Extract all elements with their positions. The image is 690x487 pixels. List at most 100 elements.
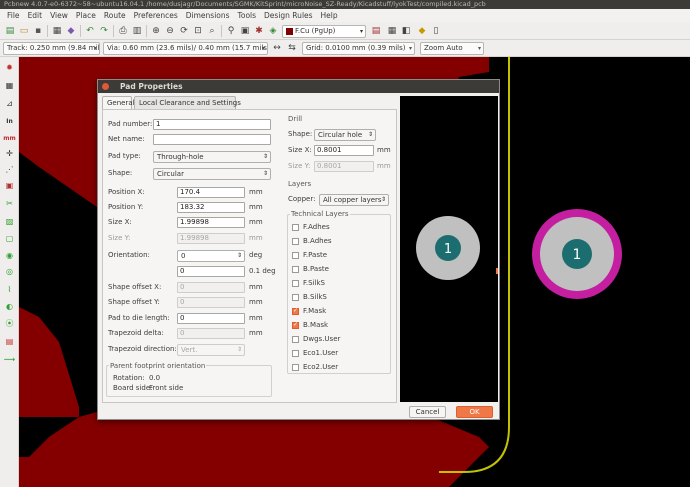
pad-number-input[interactable]: 1 bbox=[153, 119, 271, 130]
zone-outline-icon[interactable]: ▢ bbox=[3, 232, 16, 245]
redo-icon[interactable]: ↷ bbox=[98, 25, 110, 37]
grid-toggle-icon[interactable]: ▦ bbox=[3, 79, 16, 92]
via-sketch-icon[interactable]: ◎ bbox=[3, 265, 16, 278]
pad-type-select[interactable]: Through-hole ⇕ bbox=[153, 151, 271, 163]
menu-dimensions[interactable]: Dimensions bbox=[182, 11, 234, 20]
pad-shape-select[interactable]: Circular ⇕ bbox=[153, 168, 271, 180]
grid-select[interactable]: Grid: 0.0100 mm (0.39 mils) ▾ bbox=[302, 42, 415, 55]
netlist-icon[interactable]: ▣ bbox=[239, 25, 251, 37]
tab-local-clearance[interactable]: Local Clearance and Settings bbox=[134, 96, 241, 109]
position-x-input[interactable]: 170.4 bbox=[177, 187, 245, 198]
orientation-fine-input[interactable]: 0 bbox=[177, 266, 245, 277]
tech-layer-checkbox-checked[interactable] bbox=[292, 321, 299, 329]
tech-layer-checkbox[interactable] bbox=[292, 238, 299, 245]
tech-layer-checkbox[interactable] bbox=[292, 294, 299, 301]
net-name-input[interactable] bbox=[153, 134, 271, 145]
tech-layer-checkbox[interactable] bbox=[292, 336, 299, 343]
tech-layer-checkbox[interactable] bbox=[292, 252, 299, 259]
pad-shape-value: Circular bbox=[157, 170, 184, 178]
ratsnest-icon[interactable]: ⋰ bbox=[3, 163, 16, 176]
drc-icon[interactable]: ✱ bbox=[253, 25, 265, 37]
size-x-input[interactable]: 1.99898 bbox=[177, 217, 245, 228]
track-sketch-icon[interactable]: ⌇ bbox=[3, 283, 16, 296]
rotation-value: 0.0 bbox=[149, 374, 161, 382]
menu-route[interactable]: Route bbox=[100, 11, 130, 20]
units-mm-icon[interactable]: mm bbox=[3, 132, 16, 145]
auto-delete-track-icon[interactable]: ✂ bbox=[3, 197, 16, 210]
layer-selector[interactable]: F.Cu (PgUp) ▾ bbox=[282, 25, 366, 38]
find-icon[interactable]: ⚲ bbox=[225, 25, 237, 37]
units-inch-icon[interactable]: In bbox=[3, 115, 16, 128]
scripting-icon[interactable]: ▯ bbox=[430, 25, 442, 37]
save-icon[interactable]: ▪ bbox=[32, 25, 44, 37]
zoom-out-icon[interactable]: ⊖ bbox=[164, 25, 176, 37]
zoom-redraw-icon[interactable]: ⟳ bbox=[178, 25, 190, 37]
track-width-select[interactable]: Track: 0.250 mm (9.84 mils) * ▾ bbox=[3, 42, 100, 55]
copper-select[interactable]: All copper layers ⇕ bbox=[319, 194, 389, 206]
library-icon[interactable]: ◆ bbox=[65, 25, 77, 37]
zoom-fit-icon[interactable]: ⊡ bbox=[192, 25, 204, 37]
polar-coords-icon[interactable]: ⊿ bbox=[3, 97, 16, 110]
tech-layer-checkbox[interactable] bbox=[292, 350, 299, 357]
zoom-in-icon[interactable]: ⊕ bbox=[150, 25, 162, 37]
drill-shape-select[interactable]: Circular hole ⇕ bbox=[314, 129, 376, 141]
print-icon[interactable]: ⎙ bbox=[117, 25, 129, 37]
orientation-select[interactable]: 0 ⇕ bbox=[177, 250, 245, 262]
pad-to-die-input[interactable]: 0 bbox=[177, 313, 245, 324]
new-board-icon[interactable]: ▤ bbox=[4, 25, 16, 37]
route-mode-icon[interactable]: ◧ bbox=[400, 25, 412, 37]
trapezoid-delta-input[interactable]: 0 bbox=[177, 328, 245, 339]
trapezoid-direction-select[interactable]: Vert. ⇕ bbox=[177, 344, 245, 356]
layer-pair-icon[interactable]: ▤ bbox=[370, 25, 382, 37]
plot-icon[interactable]: ▥ bbox=[131, 25, 143, 37]
pad-sketch-icon[interactable]: ◉ bbox=[3, 249, 16, 262]
position-y-input[interactable]: 183.32 bbox=[177, 202, 245, 213]
menu-edit[interactable]: Edit bbox=[24, 11, 47, 20]
module-ratsnest-icon[interactable]: ▣ bbox=[3, 179, 16, 192]
size-y-input[interactable]: 1.99898 bbox=[177, 233, 245, 244]
tab-general[interactable]: General bbox=[102, 96, 135, 109]
module-editor-icon[interactable]: ◈ bbox=[267, 25, 279, 37]
warning-icon[interactable]: ◆ bbox=[416, 25, 428, 37]
page-settings-icon[interactable]: ▦ bbox=[51, 25, 63, 37]
shape-offset-x-input[interactable]: 0 bbox=[177, 282, 245, 293]
track-width-toggle-icon[interactable]: ⇆ bbox=[286, 42, 298, 54]
ok-button[interactable]: OK bbox=[456, 406, 493, 418]
menu-preferences[interactable]: Preferences bbox=[130, 11, 182, 20]
high-contrast-icon[interactable]: ◐ bbox=[3, 300, 16, 313]
menu-file[interactable]: File bbox=[3, 11, 24, 20]
menu-place[interactable]: Place bbox=[72, 11, 100, 20]
window-title: Pcbnew 4.0.7-e0-6372~58~ubuntu16.04.1 /h… bbox=[4, 0, 486, 8]
drc-marker-icon[interactable]: ✹ bbox=[3, 61, 16, 74]
cancel-button[interactable]: Cancel bbox=[409, 406, 446, 418]
zone-fill-icon[interactable]: ▨ bbox=[3, 215, 16, 228]
auto-track-width-icon[interactable]: ↔ bbox=[271, 42, 283, 54]
tech-layer-checkbox[interactable] bbox=[292, 266, 299, 273]
drill-size-y-input[interactable]: 0.8001 bbox=[314, 161, 374, 172]
drill-header: Drill bbox=[288, 115, 303, 123]
net-highlight-icon[interactable]: ⟿ bbox=[3, 353, 16, 366]
tech-layer-checkbox[interactable] bbox=[292, 364, 299, 371]
microwave-icon[interactable]: ⦿ bbox=[3, 317, 16, 330]
zoom-selection-icon[interactable]: ⌕ bbox=[206, 25, 218, 37]
cursor-shape-icon[interactable]: ✛ bbox=[3, 147, 16, 160]
menu-help[interactable]: Help bbox=[317, 11, 342, 20]
general-tab-panel: Pad number: 1 Net name: Pad type: Throug… bbox=[102, 109, 397, 403]
open-board-icon[interactable]: ▭ bbox=[18, 25, 30, 37]
menu-view[interactable]: View bbox=[46, 11, 72, 20]
via-size-select[interactable]: Via: 0.60 mm (23.6 mils)/ 0.40 mm (15.7 … bbox=[103, 42, 268, 55]
autoplace-icon[interactable]: ▦ bbox=[386, 25, 398, 37]
left-toolbar: ✹ ▦ ⊿ In mm ✛ ⋰ ▣ ✂ ▨ ▢ ◉ ◎ ⌇ ◐ ⦿ ▤ ⟿ bbox=[0, 57, 19, 487]
drill-size-x-input[interactable]: 0.8001 bbox=[314, 145, 374, 156]
undo-icon[interactable]: ↶ bbox=[84, 25, 96, 37]
close-icon[interactable] bbox=[102, 83, 109, 90]
tech-layer-checkbox[interactable] bbox=[292, 280, 299, 287]
trapezoid-delta-unit: mm bbox=[249, 329, 263, 337]
menu-design-rules[interactable]: Design Rules bbox=[260, 11, 317, 20]
tech-layer-checkbox[interactable] bbox=[292, 224, 299, 231]
zoom-select[interactable]: Zoom Auto ▾ bbox=[420, 42, 484, 55]
menu-tools[interactable]: Tools bbox=[234, 11, 260, 20]
tech-layer-checkbox-checked[interactable] bbox=[292, 307, 299, 315]
layer-manager-icon[interactable]: ▤ bbox=[3, 335, 16, 348]
shape-offset-y-input[interactable]: 0 bbox=[177, 297, 245, 308]
